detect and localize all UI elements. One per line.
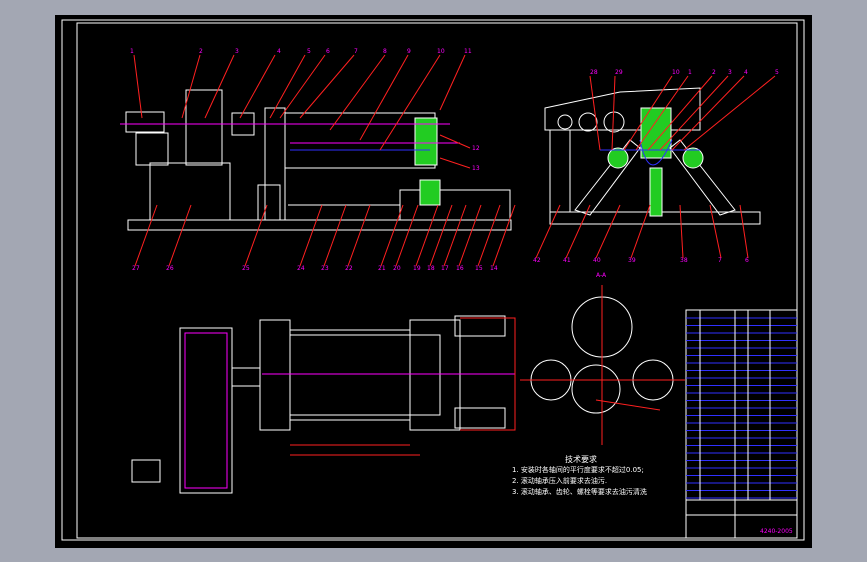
balloon-40: 40	[593, 257, 601, 264]
technical-requirements: 技术要求 1. 安装时各轴间的平行度要求不超过0.05; 2. 滚动轴承压入前要…	[512, 454, 647, 496]
balloon-39: 39	[628, 257, 636, 264]
balloon-21: 21	[378, 265, 386, 272]
balloon-4: 4	[744, 69, 748, 76]
balloon-7: 7	[718, 257, 722, 264]
section-label: A-A	[596, 272, 607, 279]
leader-line	[347, 204, 371, 267]
balloon-3: 3	[235, 48, 239, 55]
tech-req-title: 技术要求	[565, 454, 597, 464]
plan-view	[131, 315, 516, 494]
leader-line	[323, 204, 347, 267]
leader-line	[415, 204, 439, 267]
balloon-12: 12	[472, 145, 480, 152]
assembly-drawing: 1 2 3 4 5 6 7 8 9 10 11 12 13 27 26 25 24 23…	[61, 19, 805, 541]
leader-line	[535, 204, 561, 259]
tech-req-item: 1. 安装时各轴间的平行度要求不超过0.05;	[512, 465, 644, 474]
balloon-17: 17	[441, 265, 449, 272]
front-view	[120, 89, 512, 231]
balloon-41: 41	[563, 257, 571, 264]
section-a-a: A-A	[520, 272, 685, 445]
balloon-2: 2	[199, 48, 203, 55]
balloon-29: 29	[615, 69, 623, 76]
balloon-10: 10	[437, 48, 445, 55]
leader-line	[671, 75, 745, 151]
balloon-2: 2	[712, 69, 716, 76]
parts-list	[685, 309, 798, 501]
leader-line	[679, 204, 684, 259]
balloon-13: 13	[472, 165, 480, 172]
balloon-6: 6	[326, 48, 330, 55]
balloon-24: 24	[297, 265, 305, 272]
balloon-6: 6	[745, 257, 749, 264]
leader-line	[611, 75, 616, 151]
balloon-10: 10	[672, 69, 680, 76]
leader-line	[244, 204, 268, 267]
balloon-1: 1	[130, 48, 134, 55]
leader-line	[683, 75, 776, 151]
balloon-28: 28	[590, 69, 598, 76]
balloon-18: 18	[427, 265, 435, 272]
title-block: 4240-2005	[685, 499, 798, 539]
drawing-number: 4240-2005	[760, 528, 793, 535]
balloon-20: 20	[393, 265, 401, 272]
side-view	[544, 87, 761, 225]
balloon-4: 4	[277, 48, 281, 55]
leader-line	[134, 204, 158, 267]
leader-line	[168, 204, 192, 267]
balloon-9: 9	[407, 48, 411, 55]
front-view-bottom-balloons: 27 26 25 24 23 22 21 20 19 18 17 16 15 14	[132, 204, 516, 272]
leader-line	[429, 204, 453, 267]
tech-req-item: 3. 滚动轴承、齿轮、螺栓等要求去油污清洗	[512, 487, 647, 496]
leader-line	[299, 204, 323, 267]
cad-drawing-canvas[interactable]: 1 2 3 4 5 6 7 8 9 10 11 12 13 27 26 25 24 23…	[55, 15, 812, 548]
leader-line	[739, 204, 749, 259]
balloon-26: 26	[166, 265, 174, 272]
balloon-15: 15	[475, 265, 483, 272]
balloon-5: 5	[307, 48, 311, 55]
balloon-22: 22	[345, 265, 353, 272]
balloon-42: 42	[533, 257, 541, 264]
balloon-5: 5	[775, 69, 779, 76]
balloon-27: 27	[132, 265, 140, 272]
leader-line	[589, 75, 601, 151]
balloon-23: 23	[321, 265, 329, 272]
balloon-3: 3	[728, 69, 732, 76]
leader-line	[565, 204, 591, 259]
balloon-25: 25	[242, 265, 250, 272]
balloon-14: 14	[490, 265, 498, 272]
tech-req-item: 2. 滚动轴承压入前要求去油污.	[512, 476, 607, 485]
balloon-11: 11	[464, 48, 472, 55]
balloon-8: 8	[383, 48, 387, 55]
balloon-38: 38	[680, 257, 688, 264]
leader-line	[630, 204, 651, 259]
balloon-16: 16	[456, 265, 464, 272]
leader-line	[595, 204, 621, 259]
leader-line	[709, 204, 722, 259]
balloon-19: 19	[413, 265, 421, 272]
balloon-1: 1	[688, 69, 692, 76]
balloon-7: 7	[354, 48, 358, 55]
